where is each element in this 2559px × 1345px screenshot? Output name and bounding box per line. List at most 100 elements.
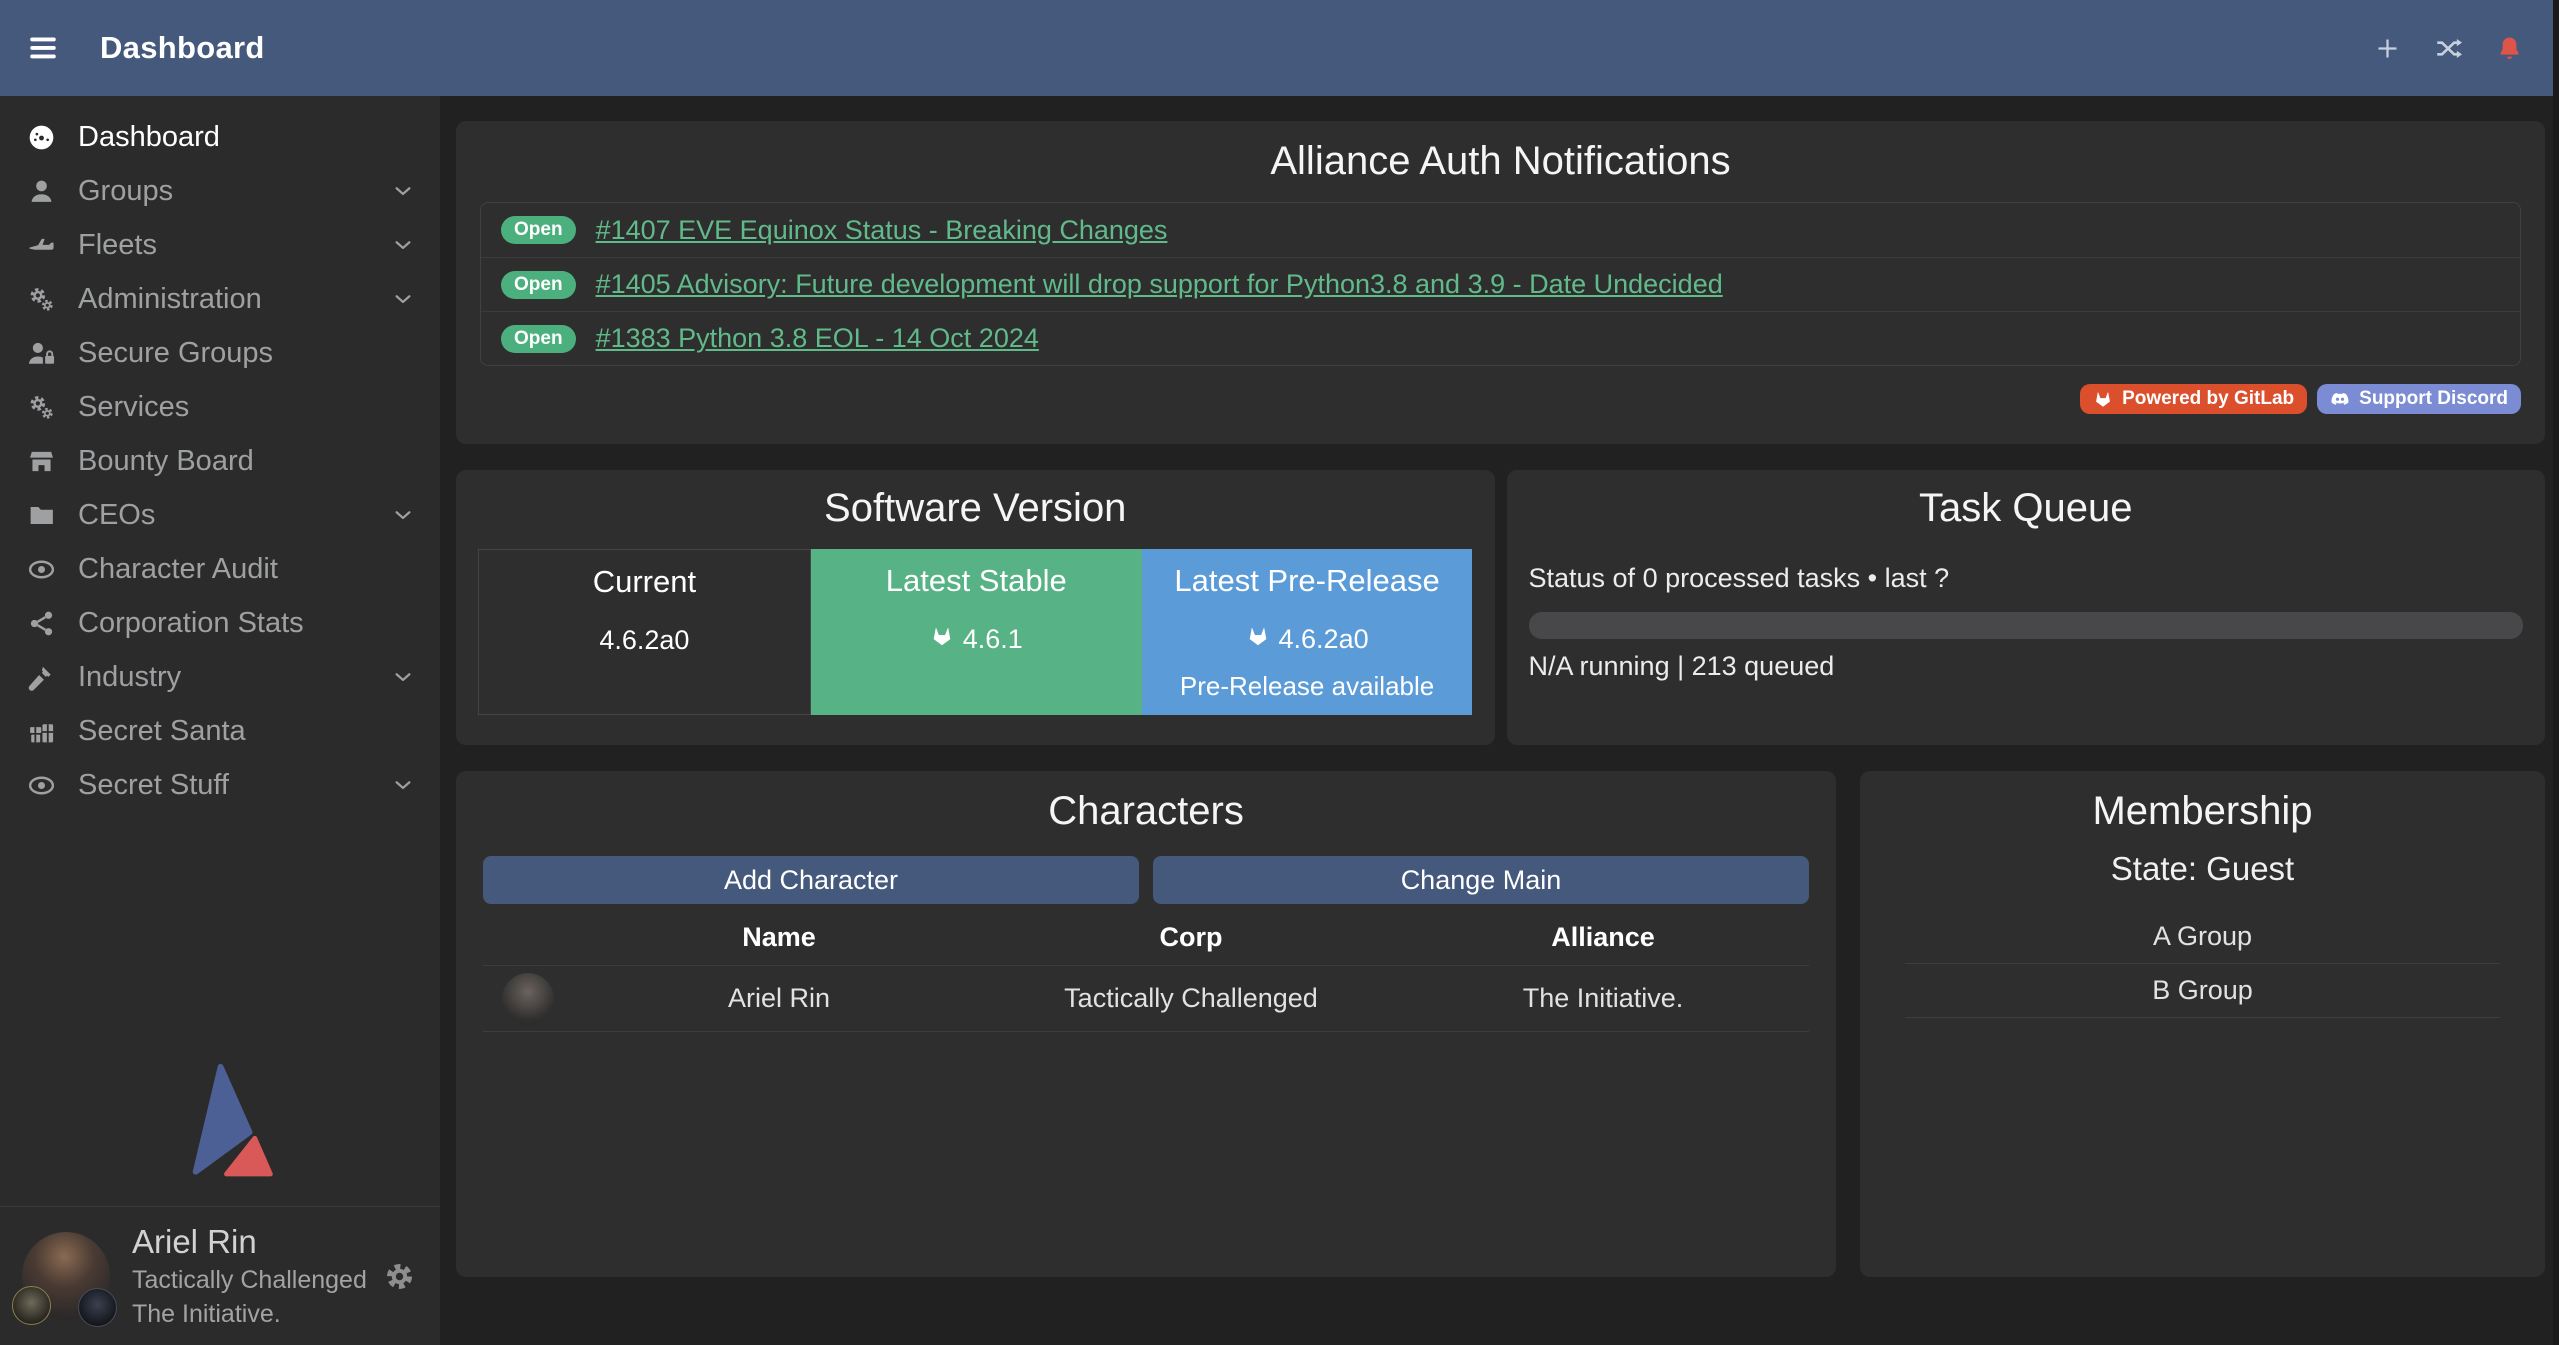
sidebar-item-corporation-stats[interactable]: Corporation Stats (0, 596, 440, 650)
version-stable-cell: Latest Stable 4.6.1 (811, 549, 1142, 715)
sidebar-item-fleets[interactable]: Fleets (0, 218, 440, 272)
notifications-footer-badges: Powered by GitLab Support Discord (480, 384, 2521, 414)
badge-label: Powered by GitLab (2122, 388, 2294, 410)
cogs-icon (22, 393, 60, 422)
corp-logo (12, 1286, 51, 1325)
version-cells: Current 4.6.2a0 Latest Stable 4.6.1 Late… (478, 549, 1473, 715)
notifications-title: Alliance Auth Notifications (480, 139, 2521, 184)
status-badge: Open (501, 216, 576, 244)
app-shell: Dashboard Groups Fleets Administration Secur… (0, 96, 2559, 1345)
characters-table-header: Name Corp Alliance (483, 910, 1809, 966)
chevron-down-icon (392, 288, 414, 310)
sidebar-item-groups[interactable]: Groups (0, 164, 440, 218)
hammer-icon (22, 663, 60, 692)
notification-link[interactable]: #1405 Advisory: Future development will … (596, 269, 1723, 300)
task-queue-title: Task Queue (1529, 486, 2524, 531)
version-cell-label: Latest Pre-Release (1142, 563, 1473, 599)
alliance-auth-notifications-panel: Alliance Auth Notifications Open #1407 EV… (456, 121, 2545, 444)
character-corp: Tactically Challenged (985, 983, 1397, 1014)
characters-table-body: Ariel RinTactically ChallengedThe Initia… (483, 966, 1809, 1032)
user-name: Ariel Rin (132, 1223, 367, 1261)
prerelease-note: Pre-Release available (1142, 671, 1473, 702)
support-discord-badge[interactable]: Support Discord (2317, 384, 2521, 414)
notifications-list: Open #1407 EVE Equinox Status - Breaking … (480, 202, 2521, 366)
gitlab-icon (2093, 389, 2113, 409)
notification-row: Open#1405 Advisory: Future development w… (481, 257, 2520, 311)
eye-icon (22, 555, 60, 584)
gifts-icon (22, 717, 60, 746)
top-navbar: Dashboard (0, 0, 2559, 96)
notification-link[interactable]: #1383 Python 3.8 EOL - 14 Oct 2024 (596, 323, 1039, 354)
cogs-icon (22, 285, 60, 314)
discord-icon (2330, 389, 2350, 409)
main-content: Alliance Auth Notifications Open #1407 EV… (440, 96, 2559, 1345)
sidebar-item-label: Services (78, 393, 189, 422)
character-name: Ariel Rin (573, 983, 985, 1014)
scrollbar-track[interactable] (2553, 0, 2559, 1345)
badge-label: Support Discord (2359, 388, 2508, 410)
plus-icon[interactable] (2374, 35, 2401, 62)
sidebar-item-bounty-board[interactable]: Bounty Board (0, 434, 440, 488)
characters-panel: Characters Add Character Change Main Nam… (456, 771, 1836, 1277)
chevron-down-icon (392, 774, 414, 796)
membership-group: A Group (1905, 910, 2500, 964)
bell-icon[interactable] (2496, 35, 2523, 62)
menu-toggle-icon[interactable] (26, 31, 60, 65)
change-main-button[interactable]: Change Main (1153, 856, 1809, 904)
user-corp: Tactically Challenged (132, 1266, 367, 1295)
task-queue-status: Status of 0 processed tasks • last ? (1529, 563, 2524, 594)
alliance-auth-logo (0, 1056, 440, 1206)
sidebar-item-dashboard[interactable]: Dashboard (0, 110, 440, 164)
characters-table: Name Corp Alliance Ariel RinTactically C… (483, 910, 1809, 1032)
sidebar-item-services[interactable]: Services (0, 380, 440, 434)
task-progress-bar (1529, 612, 2524, 639)
sidebar: Dashboard Groups Fleets Administration Secur… (0, 96, 440, 1345)
sidebar-item-label: Groups (78, 177, 173, 206)
characters-title: Characters (483, 789, 1809, 834)
sidebar-item-character-audit[interactable]: Character Audit (0, 542, 440, 596)
user-avatar (22, 1232, 110, 1320)
name-column-header: Name (573, 922, 985, 953)
version-prerelease-cell: Latest Pre-Release 4.6.2a0 Pre-Release a… (1142, 549, 1473, 715)
chevron-down-icon (392, 234, 414, 256)
sidebar-item-ceos[interactable]: CEOs (0, 488, 440, 542)
version-cell-label: Current (479, 564, 810, 600)
eye-icon (22, 771, 60, 800)
membership-state: State: Guest (1887, 850, 2518, 888)
chevron-down-icon (392, 504, 414, 526)
sidebar-item-label: Dashboard (78, 123, 220, 152)
powered-by-gitlab-badge[interactable]: Powered by GitLab (2080, 384, 2307, 414)
sidebar-item-label: CEOs (78, 501, 155, 530)
navbar-actions (2374, 35, 2523, 62)
sidebar-item-label: Administration (78, 285, 262, 314)
user-icon (22, 177, 60, 206)
gear-icon[interactable] (383, 1260, 416, 1293)
folder-icon (22, 501, 60, 530)
sidebar-item-label: Secret Santa (78, 717, 246, 746)
corp-column-header: Corp (985, 922, 1397, 953)
sidebar-item-administration[interactable]: Administration (0, 272, 440, 326)
status-badge: Open (501, 325, 576, 353)
character-avatar-cell (483, 973, 573, 1025)
sidebar-item-label: Secure Groups (78, 339, 273, 368)
user-info: Ariel Rin Tactically Challenged The Init… (132, 1223, 367, 1329)
character-avatar (502, 973, 554, 1025)
sidebar-nav: Dashboard Groups Fleets Administration Secur… (0, 110, 440, 812)
gitlab-icon (930, 624, 954, 655)
chevron-down-icon (392, 666, 414, 688)
user-alliance: The Initiative. (132, 1300, 367, 1329)
membership-panel: Membership State: Guest A GroupB Group (1860, 771, 2545, 1277)
user-lock-icon (22, 339, 60, 368)
notification-row: Open #1383 Python 3.8 EOL - 14 Oct 2024 (481, 311, 2520, 365)
alliance-auth-app: Dashboard Dashboard Groups Fleets Administr… (0, 0, 2559, 1345)
sidebar-item-secret-santa[interactable]: Secret Santa (0, 704, 440, 758)
notification-link[interactable]: #1407 EVE Equinox Status - Breaking Chan… (596, 215, 1168, 246)
version-cell-label: Latest Stable (811, 563, 1142, 599)
stable-version-value: 4.6.1 (963, 624, 1023, 655)
shuffle-icon[interactable] (2435, 35, 2462, 62)
sidebar-item-industry[interactable]: Industry (0, 650, 440, 704)
sidebar-item-secure-groups[interactable]: Secure Groups (0, 326, 440, 380)
sidebar-item-secret-stuff[interactable]: Secret Stuff (0, 758, 440, 812)
add-character-button[interactable]: Add Character (483, 856, 1139, 904)
character-alliance: The Initiative. (1397, 983, 1809, 1014)
